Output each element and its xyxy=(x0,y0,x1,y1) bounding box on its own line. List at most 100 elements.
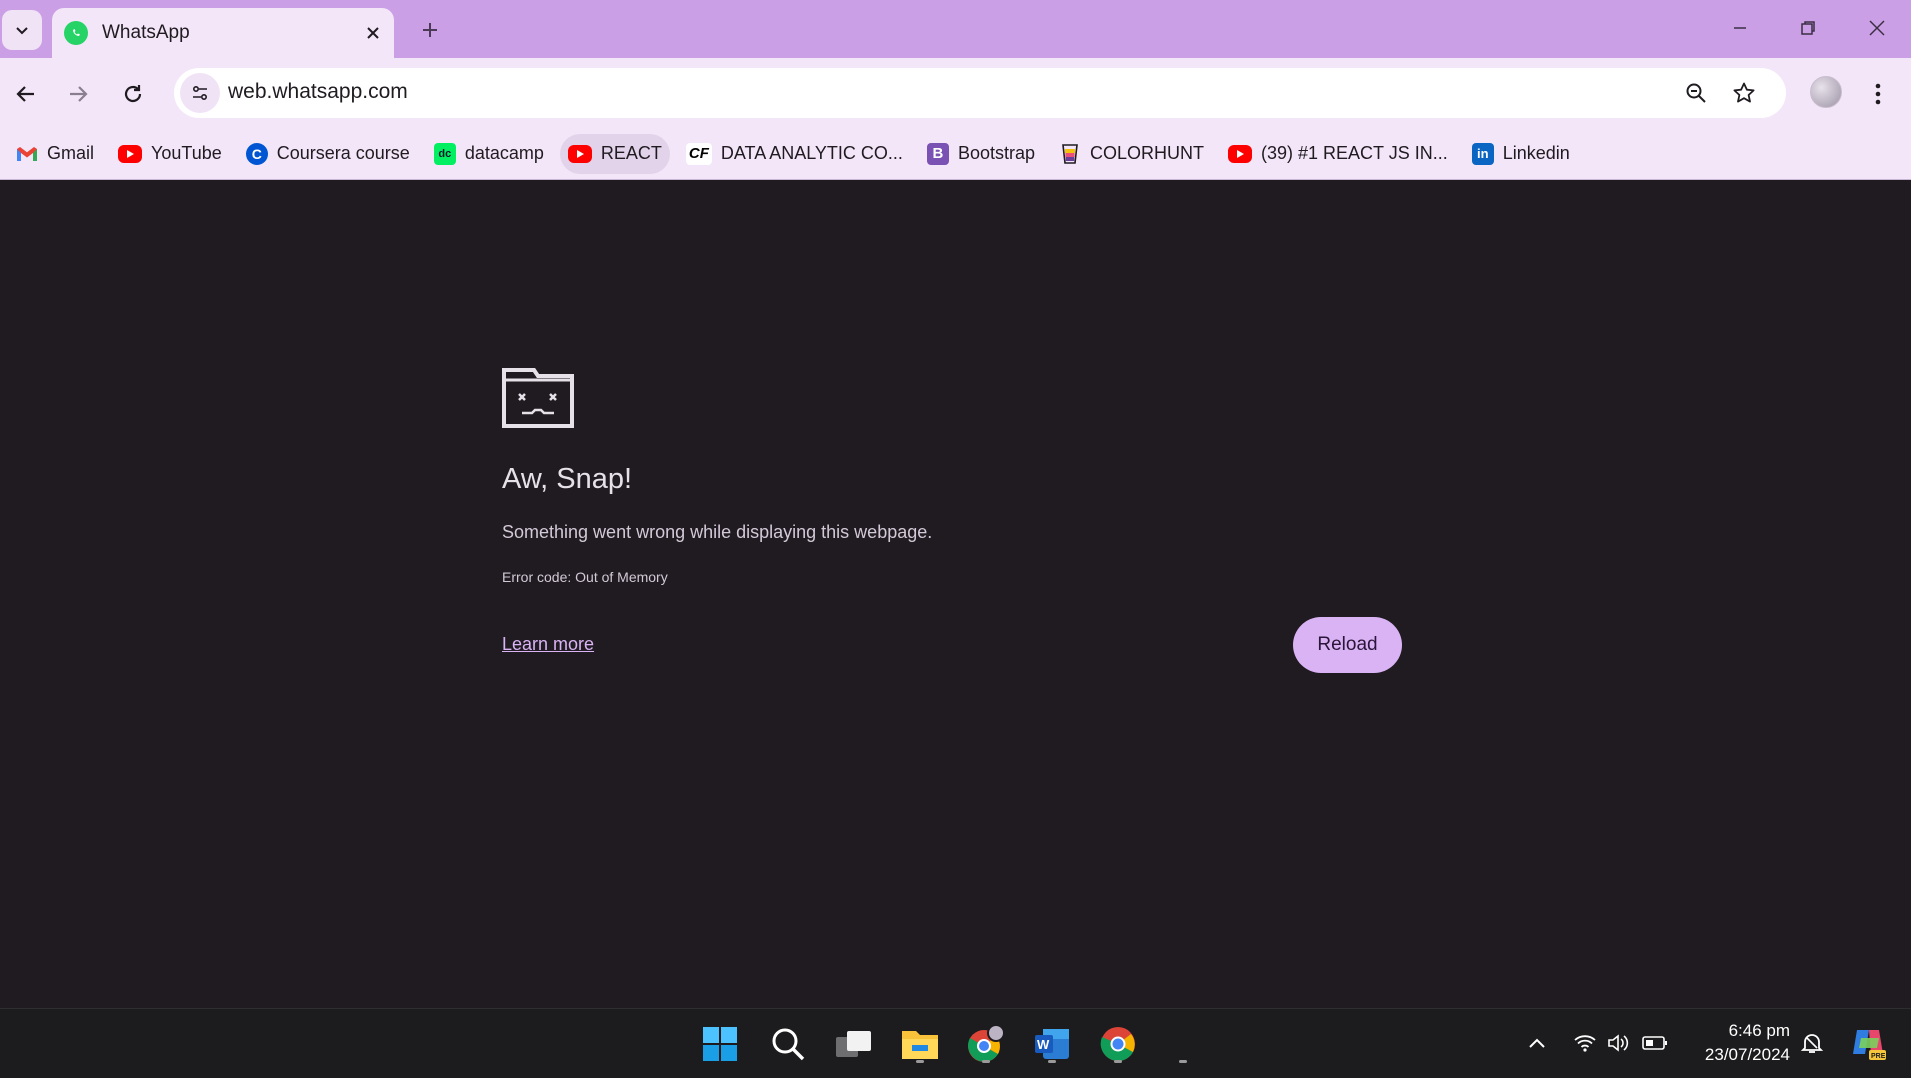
tab-strip: WhatsApp xyxy=(0,0,1911,58)
bookmark-label: Gmail xyxy=(47,143,95,163)
bookmark-label: (39) #1 REACT JS IN... xyxy=(1261,143,1448,163)
folder-icon xyxy=(902,1031,938,1059)
tab-whatsapp[interactable]: WhatsApp xyxy=(52,8,394,58)
start-button[interactable] xyxy=(697,1021,743,1067)
volume-button[interactable] xyxy=(1605,1029,1633,1057)
profile-avatar[interactable] xyxy=(1810,76,1842,108)
close-icon xyxy=(1869,20,1885,36)
svg-text:W: W xyxy=(1037,1037,1050,1052)
word-button[interactable]: W xyxy=(1029,1021,1075,1067)
running-indicator xyxy=(1179,1060,1187,1063)
restore-button[interactable] xyxy=(1784,8,1832,48)
reload-page-button[interactable] xyxy=(113,74,153,114)
window-close-button[interactable] xyxy=(1853,8,1901,48)
back-button[interactable] xyxy=(6,74,46,114)
error-code: Error code: Out of Memory xyxy=(502,569,668,585)
bookmark-label: Bootstrap xyxy=(957,143,1035,163)
bell-icon xyxy=(1800,1034,1824,1053)
chevron-down-icon xyxy=(16,27,28,35)
search-icon xyxy=(772,1028,805,1061)
taskbar: W 6:46 pm 23/07/2024 PRE xyxy=(0,1008,1911,1078)
svg-text:PRE: PRE xyxy=(1871,1053,1886,1060)
bookmark-react[interactable]: REACT xyxy=(559,133,670,174)
running-indicator xyxy=(916,1060,924,1063)
error-message: Something went wrong while displaying th… xyxy=(502,522,933,542)
bookmark-label: Coursera course xyxy=(276,143,410,163)
chrome-profile-icon xyxy=(968,1024,1005,1062)
copilot-button[interactable]: PRE xyxy=(1848,1023,1888,1063)
bookmark-label: YouTube xyxy=(151,143,222,163)
bootstrap-icon: B xyxy=(926,142,949,165)
bookmark-colorhunt[interactable]: COLORHUNT xyxy=(1051,134,1212,174)
tab-search-button[interactable] xyxy=(2,10,42,50)
bookmark-label: datacamp xyxy=(464,143,544,163)
chrome-profile-button[interactable] xyxy=(963,1021,1009,1067)
bookmark-label: REACT xyxy=(600,143,662,163)
minimize-button[interactable] xyxy=(1716,8,1764,48)
coursera-icon: C xyxy=(245,142,268,165)
bookmark-star-button[interactable] xyxy=(1726,75,1762,111)
chevron-up-icon xyxy=(1529,1038,1545,1048)
chrome-button[interactable] xyxy=(1095,1021,1141,1067)
battery-button[interactable] xyxy=(1641,1029,1669,1057)
linkedin-icon: in xyxy=(1471,142,1494,165)
browser-menu-button[interactable] xyxy=(1860,74,1896,114)
site-info-button[interactable] xyxy=(180,73,220,113)
star-icon xyxy=(1733,82,1755,103)
reload-button[interactable]: Reload xyxy=(1293,617,1402,673)
bookmarks-bar: Gmail YouTube C Coursera course dc datac… xyxy=(0,128,1911,180)
forward-button[interactable] xyxy=(58,74,98,114)
refresh-icon xyxy=(124,85,142,103)
clock-date: 23/07/2024 xyxy=(1704,1045,1790,1064)
bookmark-linkedin[interactable]: in Linkedin xyxy=(1464,134,1578,174)
tab-title: WhatsApp xyxy=(102,22,190,43)
taskbar-extra-slot[interactable] xyxy=(1160,1021,1206,1067)
youtube-icon xyxy=(118,144,143,163)
battery-icon xyxy=(1642,1036,1667,1050)
speaker-icon xyxy=(1608,1034,1629,1052)
tab-close-button[interactable] xyxy=(358,18,388,48)
new-tab-button[interactable] xyxy=(412,12,448,48)
datacamp-icon: dc xyxy=(433,142,456,165)
youtube-icon xyxy=(1228,144,1252,163)
running-indicator xyxy=(982,1060,990,1063)
bookmark-datacamp[interactable]: dc datacamp xyxy=(426,134,552,174)
network-button[interactable] xyxy=(1571,1029,1599,1057)
zoom-button[interactable] xyxy=(1678,75,1714,111)
tune-icon xyxy=(192,85,208,101)
file-explorer-button[interactable] xyxy=(897,1021,943,1067)
page-content: Aw, Snap! Something went wrong while dis… xyxy=(0,181,1911,1008)
plus-icon xyxy=(423,23,437,37)
sad-tab-icon xyxy=(502,368,574,428)
taskbar-search-button[interactable] xyxy=(765,1021,811,1067)
bookmark-youtube[interactable]: YouTube xyxy=(110,134,230,174)
arrow-left-icon xyxy=(16,86,34,102)
bookmark-coursera[interactable]: C Coursera course xyxy=(238,134,418,174)
restore-icon xyxy=(1801,21,1815,35)
running-indicator xyxy=(1114,1060,1122,1063)
notifications-button[interactable] xyxy=(1798,1029,1826,1057)
bookmark-bootstrap[interactable]: B Bootstrap xyxy=(919,134,1043,174)
youtube-icon xyxy=(567,144,592,163)
bookmark-data-analytic[interactable]: CF DATA ANALYTIC CO... xyxy=(678,134,911,174)
minimize-icon xyxy=(1734,27,1746,29)
show-hidden-icons-button[interactable] xyxy=(1523,1029,1551,1057)
wifi-icon xyxy=(1574,1035,1596,1052)
bookmark-gmail[interactable]: Gmail xyxy=(8,134,102,174)
system-clock[interactable]: 6:46 pm 23/07/2024 xyxy=(1680,1019,1790,1067)
arrow-right-icon xyxy=(70,86,88,102)
close-icon xyxy=(367,27,379,39)
zoom-out-icon xyxy=(1686,83,1706,103)
windows-start-icon xyxy=(703,1027,737,1061)
learn-more-link[interactable]: Learn more xyxy=(502,634,594,655)
more-vertical-icon xyxy=(1875,83,1881,105)
cf-icon: CF xyxy=(685,142,712,165)
word-icon: W xyxy=(1035,1029,1069,1059)
bookmark-react-js-video[interactable]: (39) #1 REACT JS IN... xyxy=(1220,134,1456,174)
url-text[interactable]: web.whatsapp.com xyxy=(228,80,408,104)
colorhunt-icon xyxy=(1059,143,1081,165)
error-title: Aw, Snap! xyxy=(502,463,633,495)
address-bar[interactable]: web.whatsapp.com xyxy=(174,68,1786,118)
task-view-button[interactable] xyxy=(831,1021,877,1067)
gmail-icon xyxy=(16,143,38,165)
